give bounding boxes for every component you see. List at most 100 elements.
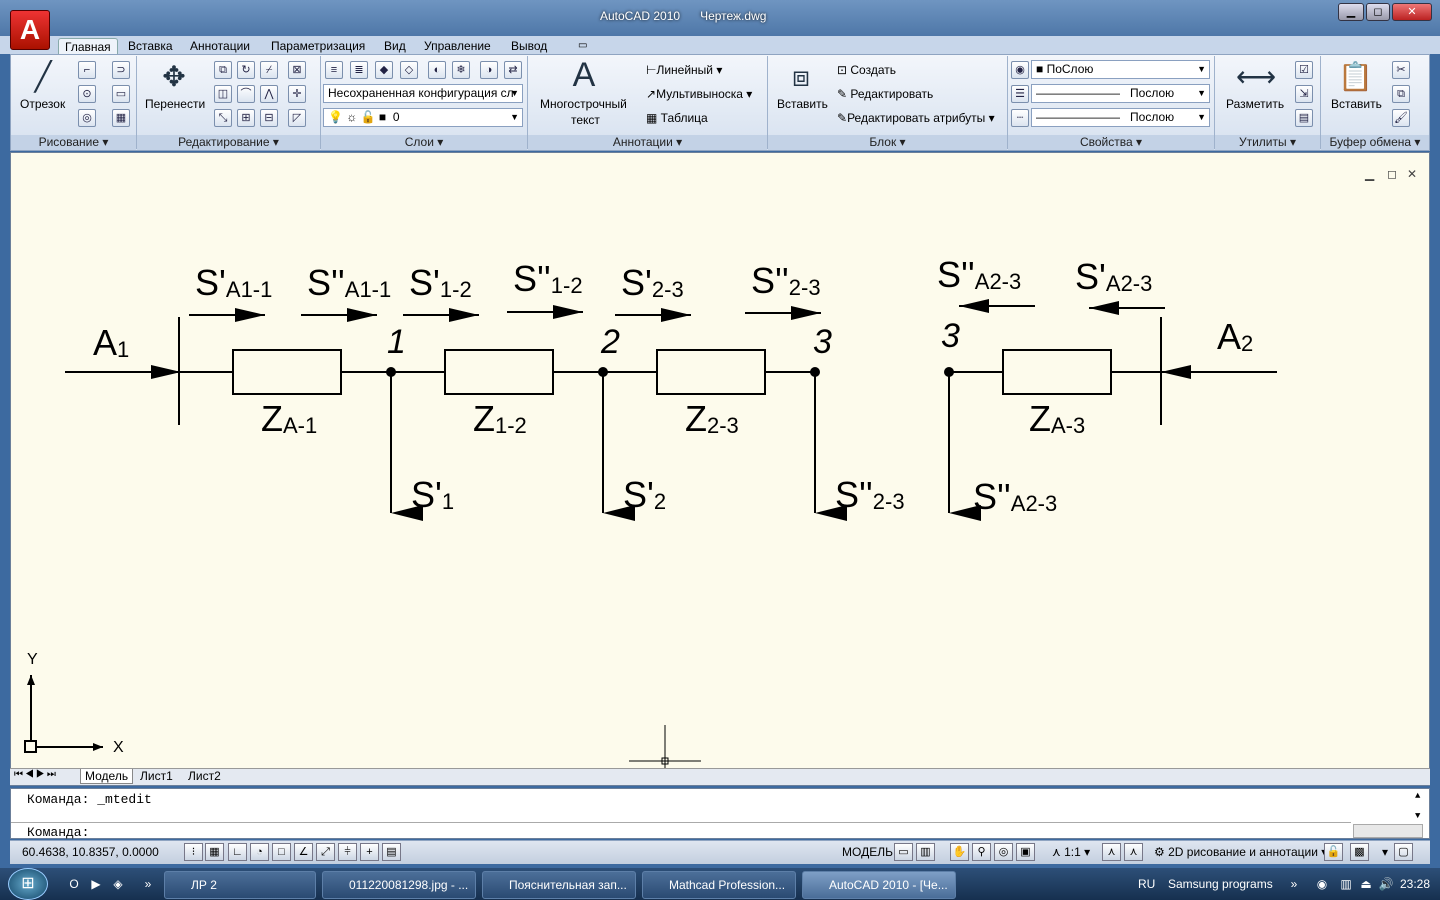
grid-mode-icon[interactable]: ▦ — [205, 843, 224, 861]
restore-button[interactable]: ◻ — [1366, 3, 1390, 21]
layer-properties-icon[interactable]: ≡ — [325, 61, 343, 79]
insert-block-icon[interactable]: ⧈ — [784, 60, 818, 94]
mtext-label[interactable]: Многострочный — [540, 97, 627, 111]
panel-label-clipboard[interactable]: Буфер обмена ▾ — [1321, 135, 1429, 150]
layout-nav-arrows-icon[interactable]: ⏮◀▶⏭ — [14, 769, 58, 780]
linetype-dropdown[interactable]: ——————— Послою ▼ — [1031, 108, 1210, 127]
polar-tracking-icon[interactable]: ◔ — [250, 843, 269, 861]
command-window[interactable]: Команда: _mtedit Команда: ▲ ▼ — [10, 788, 1430, 840]
zoom-icon[interactable]: ⚲ — [972, 843, 991, 861]
layer-off-icon[interactable]: ◐ — [428, 61, 446, 79]
clean-screen-icon[interactable]: ▢ — [1394, 843, 1413, 861]
stretch-icon[interactable]: ⋀ — [260, 85, 278, 103]
clock[interactable]: 23:28 — [1400, 877, 1430, 891]
edit-attributes-button[interactable]: ✎Редактировать атрибуты ▾ — [837, 111, 995, 125]
lineweight-dropdown[interactable]: ——————— Послою ▼ — [1031, 84, 1210, 103]
drawing-canvas[interactable]: ▁ ◻ ✕ A1 A2 S'A1-1 S''A1-1 S'1-2 S''1-2 … — [10, 152, 1430, 786]
lineweight-toggle-icon[interactable]: + — [360, 843, 379, 861]
panel-label-layers[interactable]: Слои ▾ — [321, 135, 527, 150]
dynamic-input-icon[interactable]: ⫩ — [338, 843, 357, 861]
tab-annotate[interactable]: Аннотации — [190, 38, 250, 54]
object-snap-tracking-icon[interactable]: ∠ — [294, 843, 313, 861]
pan-icon[interactable]: ✋ — [950, 843, 969, 861]
line-tool-icon[interactable]: ╱ — [26, 60, 60, 94]
layer-states-icon[interactable]: ≣ — [350, 61, 368, 79]
layer-match-icon[interactable]: ⇄ — [504, 61, 522, 79]
offset-icon[interactable]: ⊟ — [260, 109, 278, 127]
tray-app-icon[interactable]: ◉ — [1314, 876, 1330, 892]
layer-unisolate-icon[interactable]: ◇ — [400, 61, 418, 79]
move-tool-label[interactable]: Перенести — [145, 97, 205, 111]
volume-icon[interactable]: 🔊 — [1378, 876, 1394, 892]
taskbar-item[interactable]: Пояснительная зап... — [482, 871, 636, 899]
create-block-button[interactable]: ⊡ Создать — [837, 63, 896, 77]
arc-icon[interactable]: ⊃ — [112, 61, 130, 79]
quick-select-icon[interactable]: ☑ — [1295, 61, 1313, 79]
color-dropdown[interactable]: ■ ПоСлою ▼ — [1031, 60, 1210, 79]
hardware-acceleration-icon[interactable]: ▩ — [1350, 843, 1369, 861]
quick-properties-icon[interactable]: ▤ — [382, 843, 401, 861]
snap-mode-icon[interactable]: ⁝ — [184, 843, 203, 861]
annotation-visibility-icon[interactable]: ⋏ — [1102, 843, 1121, 861]
horizontal-scrollbar[interactable] — [1353, 824, 1423, 838]
mtext-icon[interactable]: A — [567, 58, 601, 92]
tab-parametric[interactable]: Параметризация — [271, 38, 365, 54]
calculator-icon[interactable]: ▤ — [1295, 109, 1313, 127]
erase-icon[interactable]: ⊠ — [288, 61, 306, 79]
cut-icon[interactable]: ✂ — [1392, 61, 1410, 79]
ribbon-minimize-icon[interactable]: ▭ — [578, 38, 587, 54]
dynamic-ucs-icon[interactable]: ⤢ — [316, 843, 335, 861]
layer-lock-icon[interactable]: ◑ — [480, 61, 498, 79]
line-tool-label[interactable]: Отрезок — [20, 97, 65, 111]
tray-toolbar-label[interactable]: Samsung programs — [1168, 877, 1273, 891]
scale-icon[interactable]: ⤡ — [214, 109, 232, 127]
tab-home[interactable]: Главная — [58, 38, 118, 54]
panel-label-annotation[interactable]: Аннотации ▾ — [528, 135, 767, 150]
layer-isolate-icon[interactable]: ◆ — [375, 61, 393, 79]
dim-linear-button[interactable]: ⊢Линейный ▾ — [646, 63, 722, 77]
quick-view-layouts-icon[interactable]: ▭ — [894, 843, 913, 861]
copy-clip-icon[interactable]: ⧉ — [1392, 85, 1410, 103]
taskbar-item-active[interactable]: AutoCAD 2010 - [Че... — [802, 871, 956, 899]
trim-icon[interactable]: ⌿ — [260, 61, 278, 79]
chamfer-icon[interactable]: ◸ — [288, 109, 306, 127]
tab-view[interactable]: Вид — [384, 38, 406, 54]
insert-block-label[interactable]: Вставить — [777, 97, 828, 111]
scroll-down-icon[interactable]: ▼ — [1415, 811, 1420, 821]
tab-model[interactable]: Модель — [80, 769, 134, 784]
layer-state-dropdown[interactable]: Несохраненная конфигурация сл ▼ — [323, 84, 523, 103]
lineweight-icon[interactable]: ☰ — [1011, 85, 1029, 103]
ellipse-icon[interactable]: ◎ — [78, 109, 96, 127]
network-icon[interactable]: ▥ — [1338, 876, 1354, 892]
match-properties-icon[interactable]: 🖌 — [1392, 109, 1410, 127]
taskbar-item[interactable]: 011220081298.jpg - ... — [322, 871, 476, 899]
status-menu-icon[interactable]: ▾ — [1382, 845, 1388, 859]
taskbar-item[interactable]: ЛР 2 — [164, 871, 316, 899]
polyline-icon[interactable]: ⌐ — [78, 61, 96, 79]
start-button[interactable]: ⊞ — [8, 868, 48, 900]
lock-icon[interactable]: 🔓 — [1324, 843, 1343, 861]
measure-icon[interactable]: ⟷ — [1236, 60, 1276, 94]
steering-wheel-icon[interactable]: ◎ — [994, 843, 1013, 861]
tab-manage[interactable]: Управление — [424, 38, 491, 54]
auto-scale-icon[interactable]: ⋏ — [1124, 843, 1143, 861]
panel-label-modify[interactable]: Редактирование ▾ — [137, 135, 320, 150]
tray-expand-icon[interactable]: » — [1286, 876, 1302, 892]
hatch-icon[interactable]: ▦ — [112, 109, 130, 127]
annotation-scale-dropdown[interactable]: ⋏ 1:1 ▾ — [1052, 845, 1090, 859]
copy-icon[interactable]: ⧉ — [214, 61, 232, 79]
close-button[interactable]: ✕ — [1392, 3, 1432, 21]
paste-icon[interactable]: 📋 — [1338, 60, 1373, 94]
tab-layout2[interactable]: Лист2 — [184, 769, 225, 784]
panel-label-draw[interactable]: Рисование ▾ — [11, 135, 136, 150]
panel-label-block[interactable]: Блок ▾ — [768, 135, 1007, 150]
quicklaunch-app-icon[interactable]: ◈ — [110, 876, 126, 892]
scroll-up-icon[interactable]: ▲ — [1415, 791, 1420, 801]
model-space-toggle[interactable]: МОДЕЛЬ — [842, 845, 893, 859]
tab-layout1[interactable]: Лист1 — [136, 769, 177, 784]
paste-label[interactable]: Вставить — [1331, 97, 1382, 111]
opera-icon[interactable]: O — [66, 876, 82, 892]
circle-icon[interactable]: ⊙ — [78, 85, 96, 103]
language-indicator[interactable]: RU — [1138, 877, 1155, 891]
multileader-button[interactable]: ↗Мультивыноска ▾ — [646, 87, 752, 101]
